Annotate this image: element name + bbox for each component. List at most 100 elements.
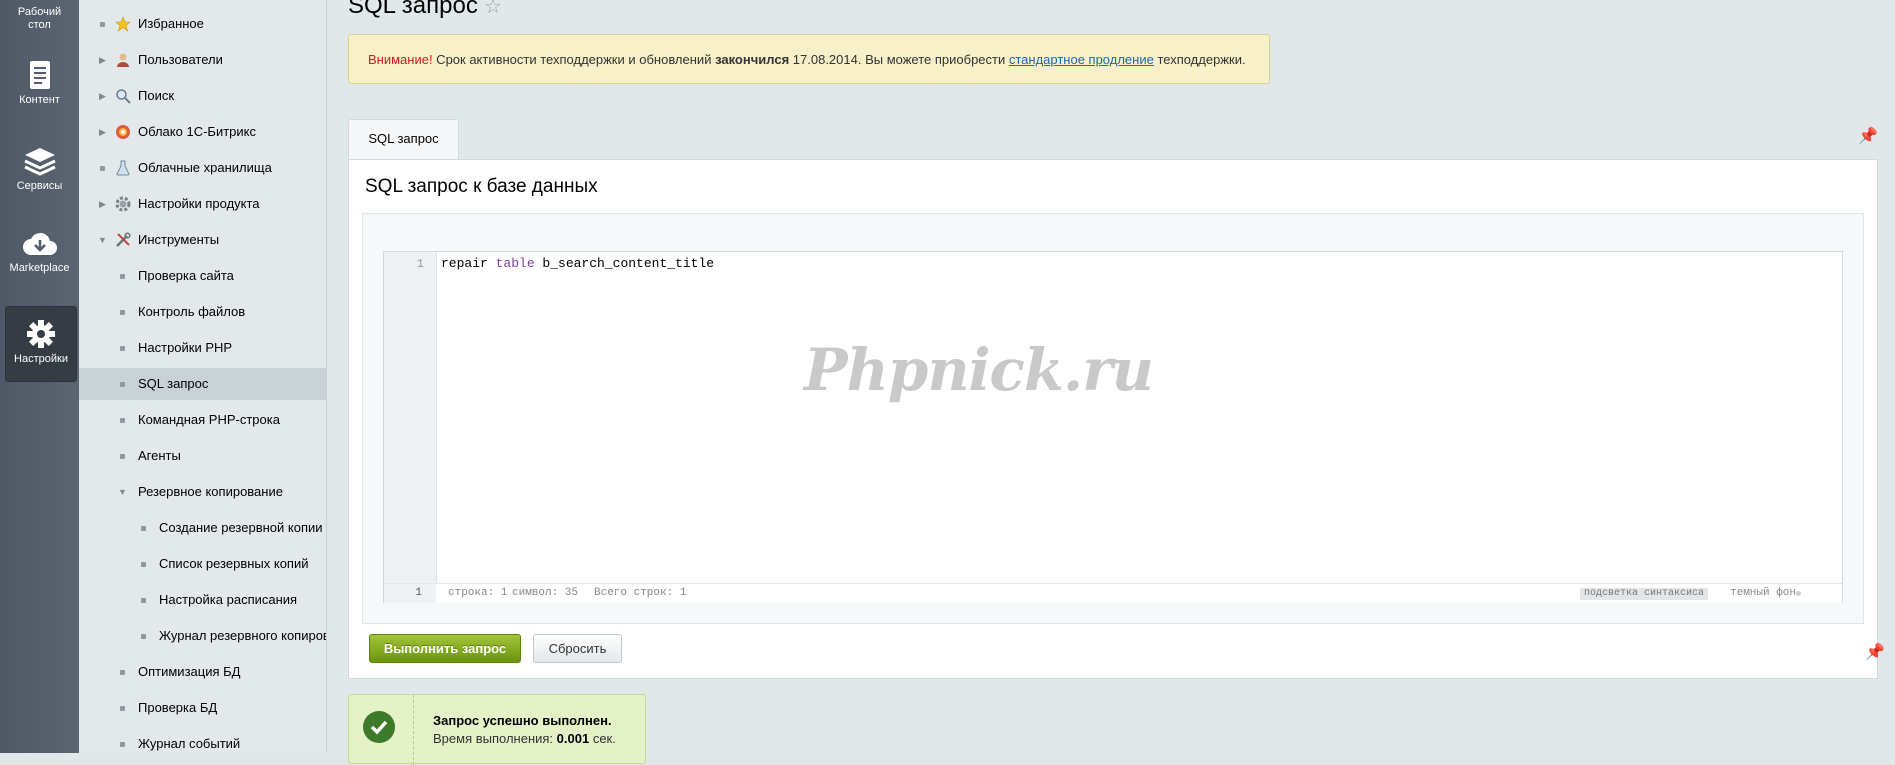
expand-arrow-icon: ▶	[99, 55, 106, 65]
menu-label: Облако 1С-Битрикс	[138, 124, 256, 139]
rail-services-label: Сервисы	[16, 180, 63, 192]
menu-item-site-check[interactable]: Проверка сайта	[79, 260, 326, 292]
menu-item-backup-log[interactable]: Журнал резервного копирования	[79, 620, 326, 652]
rail-content-label: Контент	[19, 94, 60, 106]
menu-label: Настройка расписания	[159, 592, 298, 607]
syntax-highlight-toggle[interactable]: подсветка синтаксиса	[1580, 588, 1709, 600]
menu-item-cloud-storage[interactable]: Облачные хранилища	[79, 152, 326, 184]
rail-services[interactable]: Сервисы	[0, 146, 79, 193]
check-circle-icon	[363, 711, 395, 743]
panel-heading: SQL запрос к базе данных	[365, 176, 598, 197]
execution-time: Время выполнения: 0.001 сек.	[433, 731, 616, 746]
expand-arrow-icon: ▶	[99, 91, 106, 101]
settings-menu: Избранное ▶ Пользователи ▶ Поиск ▶ Облак…	[79, 0, 327, 753]
collapse-arrow-icon: ▼	[98, 235, 107, 245]
cloud-download-icon	[22, 232, 57, 255]
menu-item-backup-list[interactable]: Список резервных копий	[79, 548, 326, 580]
menu-item-db-check[interactable]: Проверка БД	[79, 692, 326, 724]
success-title: Запрос успешно выполнен.	[433, 713, 612, 728]
rail-desktop-label: Рабочий стол	[17, 6, 62, 31]
bullet-icon	[120, 706, 125, 711]
main-content: SQL запрос ☆ Внимание! Срок активности т…	[327, 0, 1895, 765]
reset-button[interactable]: Сбросить	[533, 634, 622, 663]
menu-label: Проверка сайта	[138, 268, 234, 283]
rail-marketplace[interactable]: Marketplace	[0, 230, 79, 275]
menu-item-tools[interactable]: ▼ Инструменты	[79, 224, 326, 256]
bullet-icon	[120, 382, 125, 387]
watermark: Phpnick.ru	[804, 336, 1154, 404]
menu-label: Оптимизация БД	[138, 664, 241, 679]
dark-background-toggle[interactable]: темный фон	[1730, 584, 1796, 603]
menu-item-php-cmd[interactable]: Командная PHP-строка	[79, 404, 326, 436]
menu-item-product-settings[interactable]: ▶ Настройки продукта	[79, 188, 326, 220]
run-query-button[interactable]: Выполнить запрос	[369, 634, 521, 663]
bullet-icon	[120, 742, 125, 747]
status-total: Всего строк: 1	[594, 587, 687, 599]
sql-editor[interactable]: 1 repair table b_search_content_title Ph…	[383, 251, 1843, 603]
renewal-link[interactable]: стандартное продление	[1009, 52, 1154, 67]
document-icon	[29, 61, 50, 89]
sql-code[interactable]: repair table b_search_content_title	[441, 256, 714, 271]
success-message: Запрос успешно выполнен. Время выполнени…	[348, 694, 646, 765]
menu-item-backup-create[interactable]: Создание резервной копии	[79, 512, 326, 544]
menu-label: Резервное копирование	[138, 484, 283, 499]
menu-label: Облачные хранилища	[138, 160, 272, 175]
rail-content[interactable]: Контент	[0, 60, 79, 107]
menu-item-backup-schedule[interactable]: Настройка расписания	[79, 584, 326, 616]
support-warning: Внимание! Срок активности техподдержки и…	[348, 34, 1270, 84]
expand-arrow-icon: ▶	[99, 127, 106, 137]
menu-label: Список резервных копий	[159, 556, 309, 571]
menu-label: Инструменты	[138, 232, 220, 247]
tab-sql-query[interactable]: SQL запрос	[348, 119, 459, 160]
menu-item-users[interactable]: ▶ Пользователи	[79, 44, 326, 76]
divider	[413, 695, 414, 765]
collapse-arrow-icon: ▼	[118, 487, 127, 497]
menu-label: Создание резервной копии	[159, 520, 323, 535]
status-symbol: символ: 35	[512, 587, 579, 599]
rail-settings[interactable]: Настройки	[5, 306, 77, 382]
flask-icon	[116, 160, 130, 176]
menu-item-db-optimize[interactable]: Оптимизация БД	[79, 656, 326, 688]
user-icon	[117, 53, 129, 67]
menu-item-php-settings[interactable]: Настройки PHP	[79, 332, 326, 364]
menu-label: Пользователи	[138, 52, 223, 67]
bullet-icon	[120, 418, 125, 423]
menu-label: Настройки продукта	[138, 196, 260, 211]
rail-settings-label: Настройки	[14, 353, 68, 365]
pin-icon[interactable]: 📌	[1858, 126, 1878, 146]
menu-label: SQL запрос	[138, 376, 209, 391]
layers-icon	[23, 148, 56, 176]
menu-label: Проверка БД	[138, 700, 218, 715]
menu-item-cloud[interactable]: ▶ Облако 1С-Битрикс	[79, 116, 326, 148]
menu-label: Журнал резервного копирования	[159, 628, 326, 643]
main-sidebar: Рабочий стол Контент Сервисы Marketplace…	[0, 0, 79, 753]
menu-label: Агенты	[138, 448, 181, 463]
time-unit: сек.	[589, 731, 616, 746]
menu-item-backup[interactable]: ▼ Резервное копирование	[79, 476, 326, 508]
star-icon	[115, 16, 131, 32]
expand-arrow-icon: ▶	[99, 199, 106, 209]
favorite-star-icon[interactable]: ☆	[484, 0, 502, 19]
bullet-icon	[141, 598, 146, 603]
menu-label: Поиск	[138, 88, 175, 103]
menu-item-search[interactable]: ▶ Поиск	[79, 80, 326, 112]
rail-desktop[interactable]: Рабочий стол	[0, 6, 79, 32]
magnifier-icon	[116, 89, 131, 104]
menu-item-sql-query[interactable]: SQL запрос	[79, 368, 326, 400]
bullet-icon	[120, 346, 125, 351]
status-row: строка: 1	[448, 587, 508, 599]
bullet-icon	[100, 22, 105, 27]
menu-item-file-control[interactable]: Контроль файлов	[79, 296, 326, 328]
bullet-icon	[120, 454, 125, 459]
warning-text-1: Срок активности техподдержки и обновлени…	[432, 52, 716, 67]
bullet-icon	[120, 310, 125, 315]
time-label: Время выполнения:	[433, 731, 557, 746]
menu-item-event-log[interactable]: Журнал событий	[79, 728, 326, 753]
bullet-icon	[100, 166, 105, 171]
pin-icon[interactable]: 📌	[1865, 642, 1885, 662]
toggle-dot-icon[interactable]	[1796, 591, 1801, 596]
menu-label: Командная PHP-строка	[138, 412, 280, 427]
menu-item-agents[interactable]: Агенты	[79, 440, 326, 472]
bullet-icon	[120, 274, 125, 279]
menu-item-favorites[interactable]: Избранное	[79, 8, 326, 40]
